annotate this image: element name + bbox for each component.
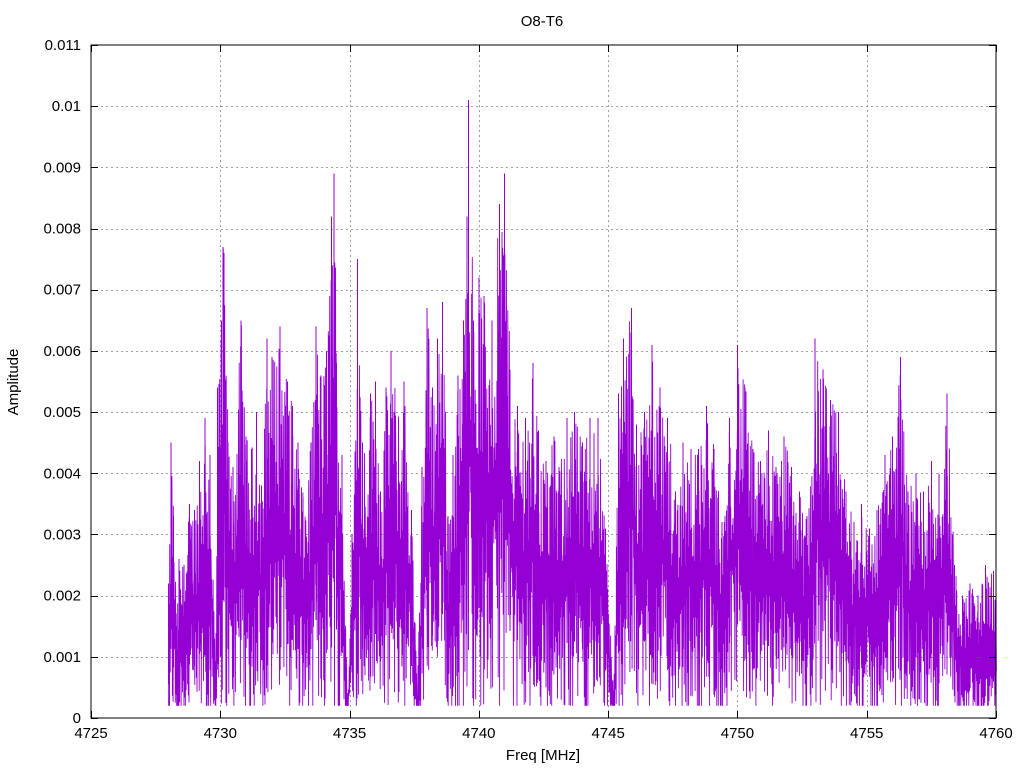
x-tick-label: 4725 <box>74 725 107 742</box>
y-tick-label: 0.011 <box>45 37 81 54</box>
y-axis-title: Amplitude <box>5 349 22 416</box>
y-tick-label: 0.003 <box>43 526 81 543</box>
y-tick-label: 0 <box>73 710 81 727</box>
y-tick-label: 0.01 <box>52 98 81 115</box>
x-tick-label: 4760 <box>979 725 1012 742</box>
y-tick-label: 0.006 <box>43 343 81 360</box>
y-tick-label: 0.009 <box>43 159 81 176</box>
y-tick-label: 0.002 <box>43 588 81 605</box>
x-tick-label: 4745 <box>591 725 624 742</box>
y-tick-label: 0.007 <box>43 282 81 299</box>
y-tick-label: 0.005 <box>43 404 81 421</box>
x-axis-title: Freq [MHz] <box>506 747 580 764</box>
x-tick-label: 4750 <box>721 725 754 742</box>
spectrum-chart: 4725 4730 4735 4740 4745 4750 4755 4760 0 0.001 0.… <box>0 0 1024 768</box>
x-tick-label: 4730 <box>204 725 237 742</box>
y-tick-label: 0.004 <box>43 465 81 482</box>
x-tick-label: 4735 <box>333 725 366 742</box>
x-tick-label: 4755 <box>850 725 883 742</box>
y-tick-label: 0.001 <box>43 649 81 666</box>
y-tick-label: 0.008 <box>43 221 81 238</box>
chart-title: O8-T6 <box>521 13 564 30</box>
x-tick-label: 4740 <box>462 725 495 742</box>
